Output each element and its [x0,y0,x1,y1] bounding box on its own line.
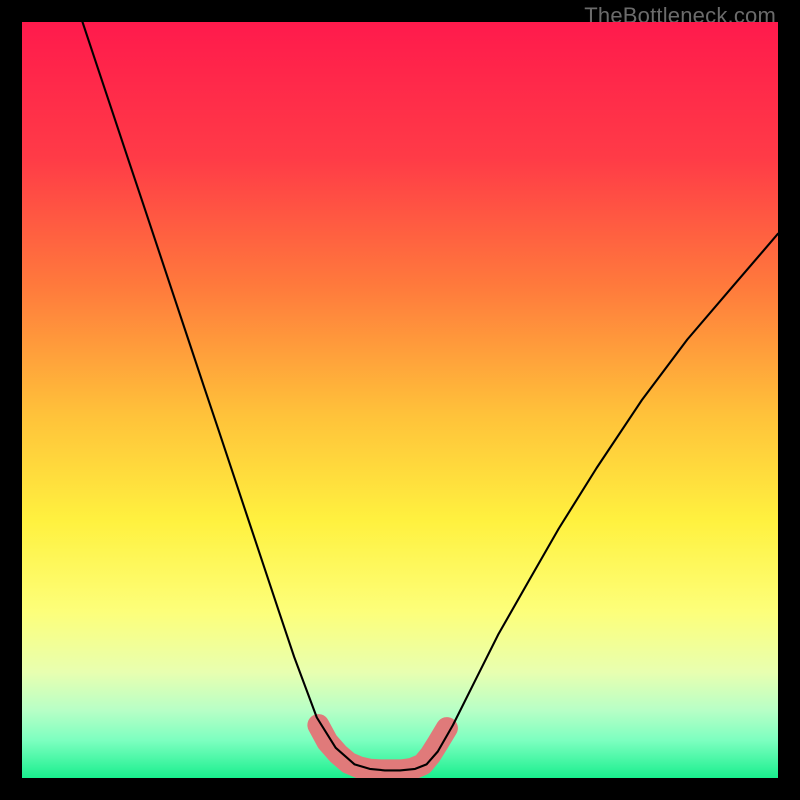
gradient-background [22,22,778,778]
bottleneck-chart [22,22,778,778]
plot-area [22,22,778,778]
outer-frame: TheBottleneck.com [0,0,800,800]
